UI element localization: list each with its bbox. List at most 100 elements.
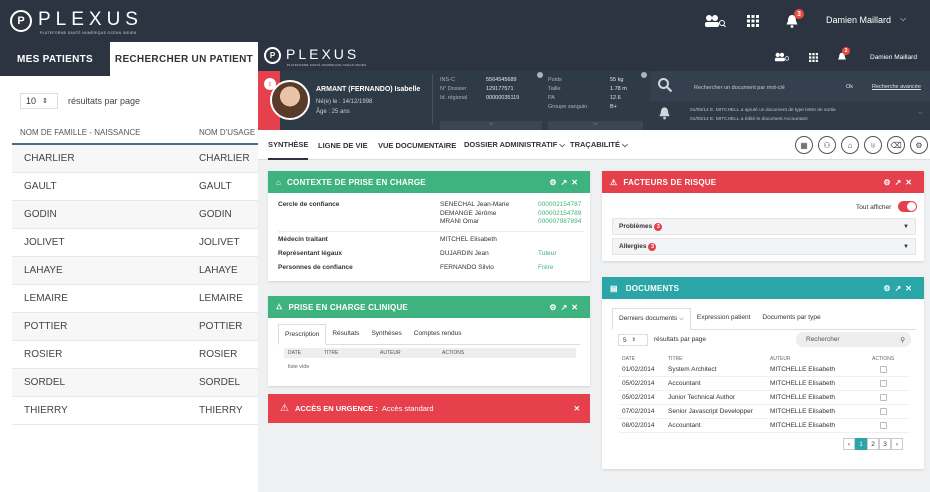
search-icon[interactable]: ⚲ (900, 336, 905, 344)
tab-syntheses[interactable]: Synthèses (365, 324, 407, 344)
table-row[interactable]: ROSIER ROSIER (12, 341, 258, 369)
search-icon[interactable] (657, 77, 673, 98)
next-page-icon[interactable]: › (891, 438, 903, 450)
select-arrows-icon: ⇕ (631, 337, 636, 343)
col-date[interactable]: DATE (284, 350, 324, 356)
nav-ligne-de-vie[interactable]: LIGNE DE VIE (318, 130, 368, 160)
representant-value[interactable]: DUJARDIN Jean (440, 250, 489, 257)
apps-grid-icon[interactable] (744, 12, 762, 30)
page-1[interactable]: 1 (855, 438, 867, 450)
cercle-member[interactable]: MRANI Omar 000007987894 (440, 218, 585, 227)
page-size-select[interactable]: 10 ⇕ (20, 93, 58, 109)
expand-bio-chevron-icon[interactable]: ⌵ (548, 121, 643, 130)
tab-expression-patient[interactable]: Expression patient (691, 308, 756, 329)
cell-titre[interactable]: Junior Technical Author (668, 394, 770, 401)
nav-dossier-administratif[interactable]: DOSSIER ADMINISTRATIF ⌵ (464, 130, 565, 160)
apps-grid-icon[interactable] (806, 50, 820, 64)
institution-icon[interactable]: ⌂ (841, 136, 859, 154)
tab-resultats[interactable]: Résultats (326, 324, 365, 344)
medecin-value[interactable]: MITCHEL Elisabeth (440, 236, 497, 243)
panel-tools[interactable]: ⚙↗✕ (549, 178, 582, 187)
trash-icon[interactable]: ⌫ (887, 136, 905, 154)
expand-ids-chevron-icon[interactable]: ⌵ (440, 121, 542, 130)
prev-page-icon[interactable]: ‹ (843, 438, 855, 450)
problemes-accordion[interactable]: Problèmes 3 ▼ (612, 218, 916, 235)
cell-titre[interactable]: Accountant (668, 422, 770, 429)
stethoscope-icon[interactable]: ♅ (864, 136, 882, 154)
col-auteur[interactable]: AUTEUR (380, 350, 442, 356)
panel-tools[interactable]: ⚙↗✕ (549, 303, 582, 312)
doc-search-input[interactable]: Rechercher un document par mot-clé (688, 81, 858, 95)
tab-mes-patients[interactable]: MES PATIENTS (0, 42, 110, 76)
row-checkbox[interactable] (880, 422, 887, 429)
page-3[interactable]: 3 (879, 438, 891, 450)
col-auteur[interactable]: AUTEUR (770, 356, 872, 362)
user-name[interactable]: Damien Maillard (870, 54, 917, 61)
settings-icon[interactable]: ⚙ (910, 136, 928, 154)
cercle-member[interactable]: DEMANGE Jérôme 000002154789 (440, 210, 585, 219)
family-icon[interactable]: ⚇ (818, 136, 836, 154)
col-titre[interactable]: TITRE (324, 350, 380, 356)
contexte-header: ⌂ CONTEXTE DE PRISE EN CHARGE ⚙↗✕ (268, 171, 590, 193)
table-row[interactable]: 07/02/2014 Senior Javascript Developper MI… (618, 405, 910, 419)
nav-synthese[interactable]: SYNTHÈSE (268, 130, 309, 160)
feed-item[interactable]: 01/05/14 E. MITCHELL a ajouté un documen… (690, 106, 836, 115)
tab-derniers-documents[interactable]: Derniers documents ⌵ (612, 308, 691, 330)
table-row[interactable]: 08/02/2014 Accountant MITCHELLE Elisabeth (618, 419, 910, 433)
cercle-member[interactable]: SENECHAL Jean-Marie 000002154787 (440, 201, 585, 210)
tab-rechercher-patient[interactable]: RECHERCHER UN PATIENT (110, 42, 258, 76)
table-row[interactable]: 05/02/2014 Accountant MITCHELLE Elisabeth (618, 377, 910, 391)
col-date[interactable]: DATE (618, 356, 668, 362)
grid-tool-icon[interactable]: ▦ (795, 136, 813, 154)
table-row[interactable]: GODIN GODIN (12, 201, 258, 229)
row-checkbox[interactable] (880, 380, 887, 387)
user-name[interactable]: Damien Maillard (826, 15, 891, 25)
cell-titre[interactable]: System Architect (668, 366, 770, 373)
advanced-search-link[interactable]: Recherche avancée (872, 84, 921, 90)
close-icon[interactable]: ✕ (574, 404, 580, 413)
nav-vue-documentaire[interactable]: VUE DOCUMENTAIRE (378, 130, 456, 160)
table-row[interactable]: LAHAYE LAHAYE (12, 257, 258, 285)
table-row[interactable]: 05/02/2014 Junior Technical Author MITCHEL… (618, 391, 910, 405)
table-row[interactable]: LEMAIRE LEMAIRE (12, 285, 258, 313)
id-value: 00000035119 (486, 95, 520, 101)
patient-age: Âge : 25 ans (316, 109, 350, 115)
table-row[interactable]: 01/02/2014 System Architect MITCHELLE Elis… (618, 363, 910, 377)
panel-tools[interactable]: ⚙↗✕ (883, 178, 916, 187)
cell-titre[interactable]: Senior Javascript Developper (668, 408, 770, 415)
member-phone: 000007987894 (538, 218, 582, 225)
table-row[interactable]: CHARLIER CHARLIER (12, 145, 258, 173)
table-row[interactable]: JOLIVET JOLIVET (12, 229, 258, 257)
feed-item[interactable]: 01/05/14 E. MITCHELL a édité le document… (690, 115, 836, 124)
chevron-down-icon[interactable]: ⌵ (900, 14, 906, 24)
table-row[interactable]: THIERRY THIERRY (12, 397, 258, 425)
doc-page-size-select[interactable]: 5 ⇕ (618, 334, 648, 346)
tab-prescription[interactable]: Prescription (278, 324, 327, 345)
tout-afficher-toggle[interactable] (898, 201, 917, 212)
col-titre[interactable]: TITRE (668, 356, 770, 362)
col-header-usage[interactable]: NOM D'USAGE (199, 128, 255, 137)
cell-titre[interactable]: Accountant (668, 380, 770, 387)
col-header-nom[interactable]: NOM DE FAMILLE - NAISSANCE (20, 128, 140, 137)
row-checkbox[interactable] (880, 366, 887, 373)
personne-confiance-value[interactable]: FERNANDO Silvio (440, 264, 494, 271)
allergies-accordion[interactable]: Allergies 3 ▼ (612, 238, 916, 255)
search-ok-button[interactable]: Ok (846, 84, 853, 90)
row-checkbox[interactable] (880, 394, 887, 401)
nav-tracabilite[interactable]: TRAÇABILITÉ ⌵ (570, 130, 628, 160)
table-row[interactable]: POTTIER POTTIER (12, 313, 258, 341)
divider (432, 74, 433, 124)
activity-feed: 01/05/14 E. MITCHELL a ajouté un documen… (690, 106, 836, 124)
table-row[interactable]: GAULT GAULT (12, 173, 258, 201)
tab-comptes-rendus[interactable]: Comptes rendus (408, 324, 468, 344)
users-search-icon[interactable] (772, 50, 792, 64)
table-row[interactable]: SORDEL SORDEL (12, 369, 258, 397)
problemes-count: 3 (654, 222, 663, 231)
page-2[interactable]: 2 (867, 438, 879, 450)
users-search-icon[interactable] (700, 12, 730, 30)
tab-documents-par-type[interactable]: Documents par type (756, 308, 826, 329)
panel-tools[interactable]: ⚙↗✕ (883, 284, 916, 293)
row-checkbox[interactable] (880, 408, 887, 415)
doc-search-field[interactable]: Rechercher ⚲ (796, 332, 911, 347)
chevron-down-icon[interactable]: ⌵ (918, 110, 923, 117)
